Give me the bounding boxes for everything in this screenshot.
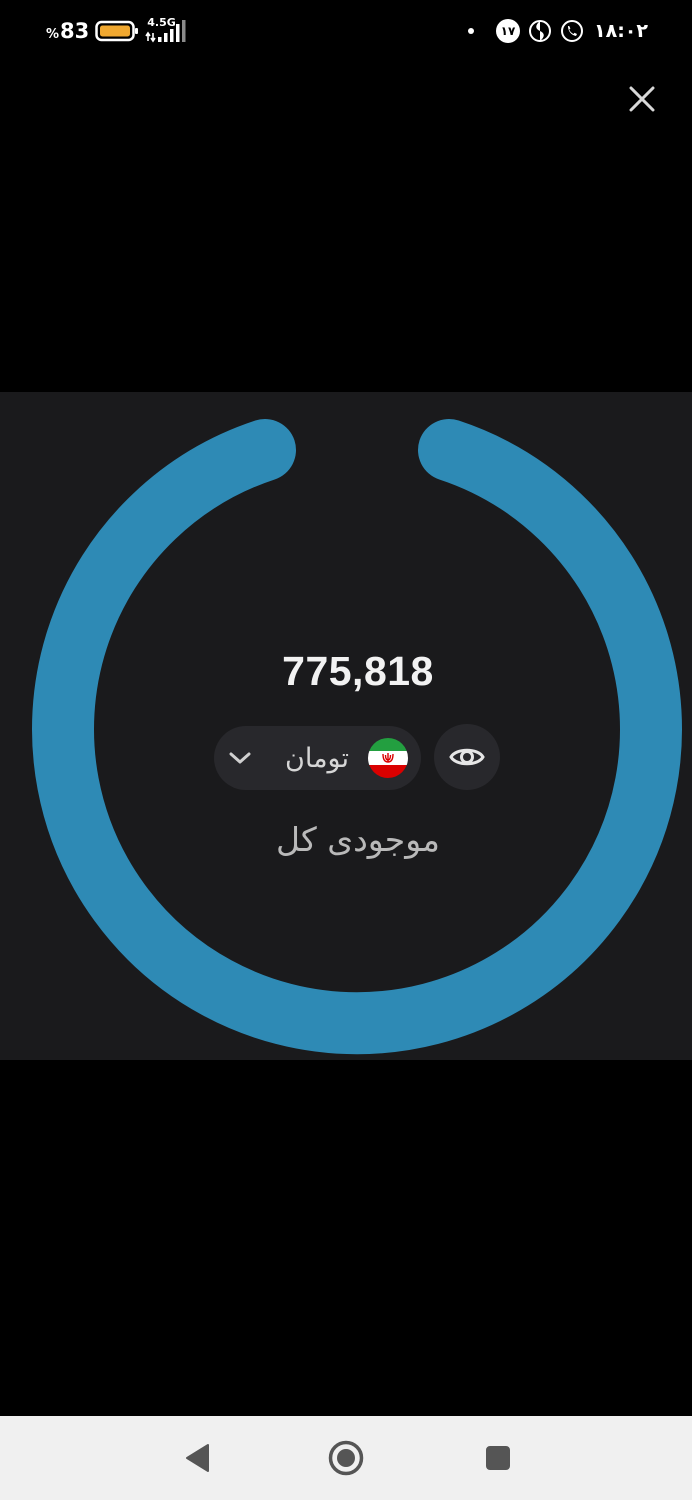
close-button[interactable]	[622, 79, 662, 119]
signal-icon: 4.5G	[145, 16, 191, 45]
total-balance-value: 775,818	[282, 648, 434, 694]
call-icon	[561, 20, 583, 42]
back-icon	[186, 1444, 209, 1472]
chevron-down-icon	[229, 752, 251, 764]
close-icon	[629, 86, 655, 112]
clock: ۱۸:۰۲	[594, 20, 648, 42]
currency-selector[interactable]: تومان	[214, 726, 421, 790]
navigation-bar	[0, 1416, 692, 1500]
battery-percentage: % 83	[46, 19, 89, 43]
dot-indicator-icon	[468, 28, 474, 34]
home-button[interactable]	[326, 1438, 366, 1478]
recents-icon	[486, 1446, 510, 1470]
vpn-icon	[529, 20, 551, 42]
status-bar-left: % 83 4.5G	[46, 16, 191, 46]
balance-caption: موجودی کل	[276, 820, 440, 859]
visibility-toggle-button[interactable]	[434, 724, 500, 790]
home-icon	[328, 1440, 364, 1476]
currency-label: تومان	[285, 742, 349, 774]
battery-icon	[95, 20, 139, 42]
image-preview: 775,818 تومان موجودی کل	[0, 392, 692, 1060]
eye-icon	[449, 748, 485, 766]
notification-count-badge: ۱۷	[496, 19, 520, 43]
signal-bars-icon	[145, 20, 186, 43]
status-bar: % 83 4.5G ۱۷ ۱۸:۰۲	[0, 0, 692, 62]
back-button[interactable]	[176, 1438, 216, 1478]
recents-button[interactable]	[478, 1438, 518, 1478]
iran-flag-icon	[368, 738, 408, 778]
percent-sign: %	[46, 27, 60, 42]
battery-percentage-value: 83	[60, 19, 90, 43]
status-bar-right: ۱۷ ۱۸:۰۲	[468, 16, 648, 46]
